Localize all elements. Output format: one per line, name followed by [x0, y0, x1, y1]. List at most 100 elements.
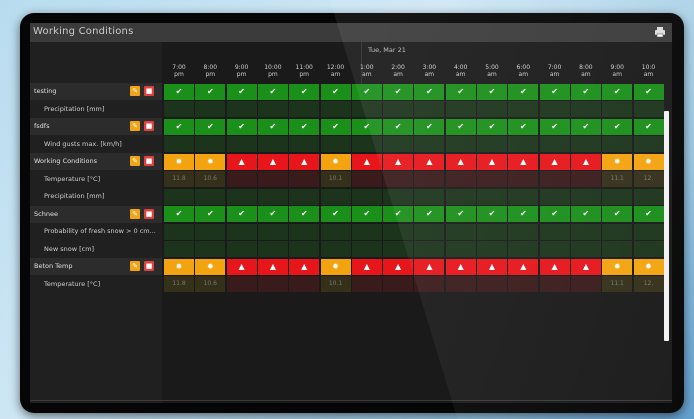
value-cell	[477, 223, 507, 240]
row-label: Working Conditions	[34, 157, 97, 165]
hour-header: 8:00 am	[574, 64, 598, 78]
hour-header: 9:00 pm	[230, 64, 254, 78]
hour-header: 10:0 am	[637, 64, 661, 78]
edit-button[interactable]: ✎	[130, 156, 140, 166]
hour-period: am	[612, 71, 622, 78]
status-cell: ▲	[414, 153, 445, 170]
check-icon: ✔	[238, 209, 245, 218]
check-icon: ✔	[488, 209, 496, 218]
status-cell: ✔	[226, 118, 257, 135]
status-cell: ✔	[289, 206, 320, 222]
status-cell: ✔	[539, 83, 570, 100]
row-label: Probability of fresh snow > 0 cm...	[44, 227, 156, 235]
value-cell	[477, 101, 507, 117]
cell-value: 11.1	[610, 175, 624, 182]
value-cell	[320, 241, 351, 257]
row-label: Temperature [°C]	[44, 174, 101, 183]
hour-header: 7:00 pm	[167, 64, 191, 78]
vertical-scrollbar[interactable]	[664, 111, 669, 341]
warning-icon: ▲	[582, 156, 589, 166]
delete-button[interactable]: ■	[144, 121, 154, 131]
value-cell	[414, 241, 445, 257]
check-icon: ✔	[488, 121, 496, 131]
check-icon: ✔	[269, 209, 277, 218]
hour-header: 5:00 am	[480, 64, 504, 78]
status-cell: ✹	[195, 153, 226, 170]
value-cell	[633, 188, 664, 205]
cell-value: 12.	[643, 175, 654, 182]
status-cell: ▲	[351, 153, 382, 170]
status-cell: ▲	[539, 258, 570, 275]
delete-button[interactable]: ■	[144, 86, 154, 96]
status-cell: ✹	[602, 153, 633, 170]
check-icon: ✔	[269, 86, 277, 96]
edit-icon: ✎	[132, 122, 138, 130]
check-icon: ✔	[175, 121, 183, 131]
sun-icon: ✹	[645, 261, 652, 271]
edit-button[interactable]: ✎	[130, 261, 140, 271]
value-cell	[164, 241, 194, 257]
value-cell	[289, 276, 320, 292]
printer-icon[interactable]	[654, 26, 666, 38]
check-icon: ✔	[551, 209, 558, 218]
hour-header: 4:00 am	[449, 64, 473, 78]
status-cell: ✔	[508, 83, 539, 100]
row-label: Temperature [°C]	[44, 279, 101, 288]
value-cell	[289, 101, 320, 117]
check-icon: ✔	[363, 209, 371, 218]
value-cell	[195, 241, 226, 257]
status-cell: ▲	[383, 258, 414, 275]
status-cell: ✔	[289, 83, 320, 100]
row-label: Precipitation [mm]	[44, 192, 105, 200]
value-cell	[351, 101, 382, 117]
check-icon: ✔	[394, 209, 402, 218]
value-cell	[539, 171, 570, 187]
check-icon: ✔	[426, 121, 433, 131]
value-cell	[320, 223, 351, 240]
value-cell	[508, 223, 539, 240]
value-cell	[508, 136, 539, 152]
value-cell	[289, 136, 320, 152]
value-cell	[633, 136, 664, 152]
status-cell: ✔	[195, 118, 226, 135]
edit-button[interactable]: ✎	[130, 208, 140, 219]
status-cell: ✔	[570, 83, 601, 100]
value-cell	[570, 276, 601, 292]
status-cell: ✔	[602, 206, 633, 222]
value-cell	[414, 188, 445, 205]
edit-button[interactable]: ✎	[130, 86, 140, 96]
hour-time: 9:00	[234, 64, 249, 71]
delete-button[interactable]: ■	[144, 208, 154, 219]
warning-icon: ▲	[488, 261, 496, 271]
status-cell: ✔	[164, 83, 194, 100]
status-cell: ✔	[320, 206, 351, 222]
status-cell: ✹	[164, 153, 194, 170]
delete-button[interactable]: ■	[144, 261, 154, 271]
status-cell: ✔	[257, 206, 288, 222]
hour-header: 1:00 am	[355, 64, 379, 78]
value-cell	[351, 241, 382, 257]
status-cell: ✔	[633, 118, 664, 135]
delete-icon: ■	[145, 122, 153, 130]
row-label: Schnee	[34, 209, 58, 218]
status-cell: ✔	[320, 83, 351, 100]
warning-icon: ▲	[269, 156, 276, 166]
value-cell	[289, 188, 320, 205]
row-label: Beton Temp	[34, 262, 73, 270]
value-cell	[226, 276, 257, 292]
value-cell	[570, 223, 601, 240]
window-title: Working Conditions	[33, 26, 134, 37]
check-icon: ✔	[238, 86, 245, 96]
status-cell: ✔	[602, 118, 633, 135]
value-cell	[508, 276, 539, 292]
value-cell	[602, 136, 633, 152]
row-label: fsdfs	[34, 122, 50, 130]
value-cell: 12.	[633, 171, 664, 187]
delete-button[interactable]: ■	[144, 156, 154, 166]
status-cell: ✔	[351, 83, 382, 100]
value-cell	[351, 223, 382, 240]
status-cell: ✔	[257, 83, 288, 100]
status-cell: ✹	[320, 258, 351, 275]
parameter-row-label: Precipitation [mm]	[30, 188, 162, 205]
edit-button[interactable]: ✎	[130, 121, 140, 131]
